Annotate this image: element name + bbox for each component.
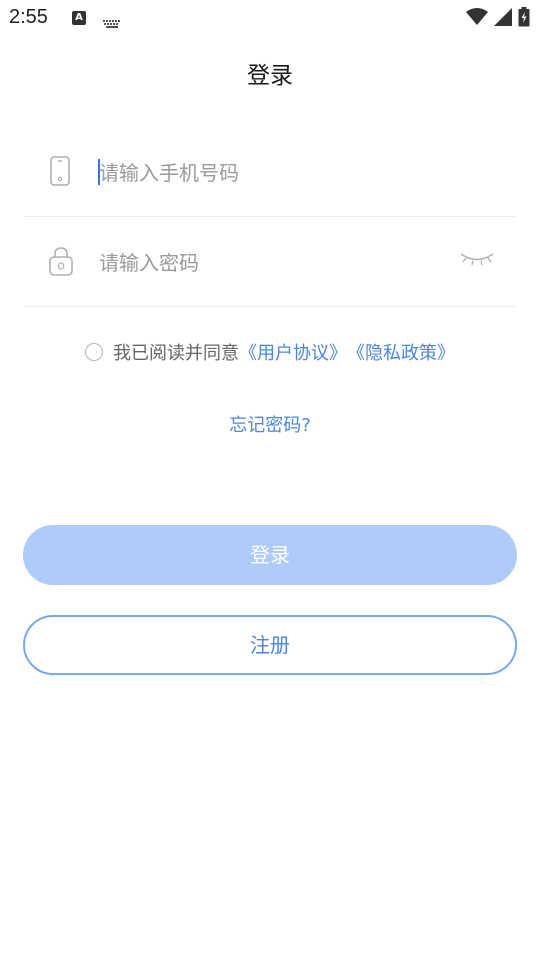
text-cursor: [98, 159, 100, 185]
status-bar: 2:55 A: [0, 0, 540, 36]
privacy-policy-link[interactable]: 《隐私政策》: [347, 339, 455, 365]
login-button[interactable]: 登录: [23, 525, 517, 585]
register-button[interactable]: 注册: [23, 615, 517, 675]
agreement-row: 我已阅读并同意 《用户协议》 《隐私政策》: [0, 339, 540, 366]
phone-input-row[interactable]: [24, 128, 516, 217]
page-title: 登录: [247, 63, 293, 89]
password-input-row[interactable]: [24, 218, 516, 307]
agreement-radio[interactable]: [85, 343, 103, 361]
user-agreement-link[interactable]: 《用户协议》: [239, 339, 347, 365]
lock-icon: [48, 246, 74, 280]
phone-icon: [48, 156, 72, 190]
wifi-icon: [466, 8, 488, 30]
keyboard-icon: [102, 14, 122, 33]
phone-input[interactable]: [99, 156, 439, 190]
status-right-icons: [466, 7, 530, 31]
agreement-text: 我已阅读并同意: [113, 343, 239, 364]
forgot-password-link[interactable]: 忘记密码?: [0, 411, 540, 437]
password-input[interactable]: [99, 246, 439, 280]
signal-icon: [494, 8, 512, 30]
eye-closed-icon[interactable]: [460, 251, 494, 271]
status-time: 2:55: [9, 6, 48, 28]
a-notification-icon: A: [72, 11, 86, 25]
battery-charging-icon: [518, 7, 530, 31]
